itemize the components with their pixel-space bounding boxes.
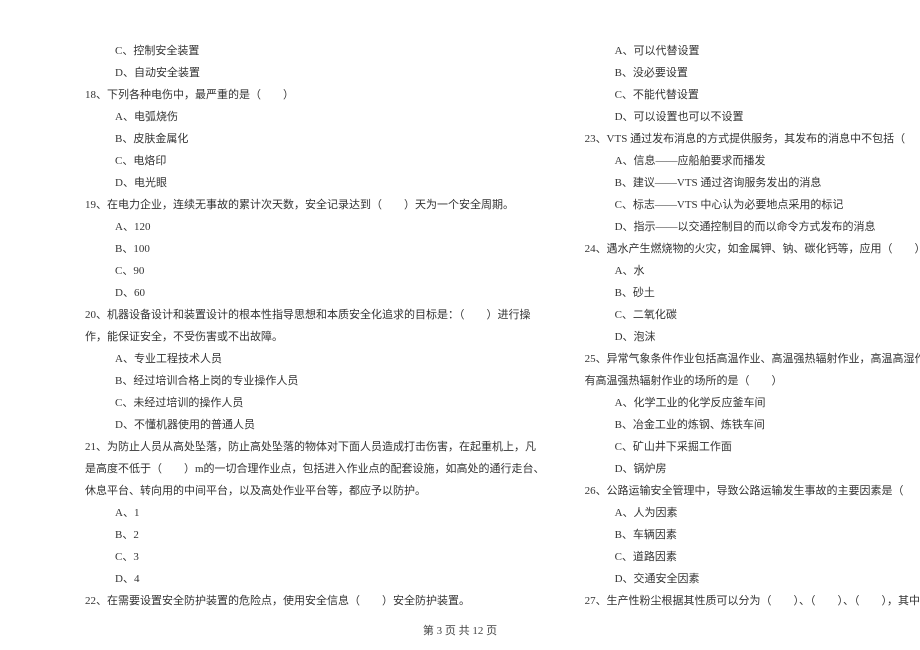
text-line: D、电光眼 [75,172,545,194]
text-line: C、二氧化碳 [575,304,920,326]
text-line: 有高温强热辐射作业的场所的是（ ） [575,370,920,392]
text-line: 24、遇水产生燃烧物的火灾，如金属钾、钠、碳化钙等，应用（ ）灭火。 [575,238,920,260]
text-line: A、水 [575,260,920,282]
text-line: 20、机器设备设计和装置设计的根本性指导思想和本质安全化追求的目标是：（ ）进行… [75,304,545,326]
text-line: 26、公路运输安全管理中，导致公路运输发生事故的主要因素是（ ） [575,480,920,502]
text-line: D、锅炉房 [575,458,920,480]
text-line: C、控制安全装置 [75,40,545,62]
text-line: 22、在需要设置安全防护装置的危险点，使用安全信息（ ）安全防护装置。 [75,590,545,612]
text-line: 21、为防止人员从高处坠落，防止高处坠落的物体对下面人员造成打击伤害，在起重机上… [75,436,545,458]
text-line: 18、下列各种电伤中，最严重的是（ ） [75,84,545,106]
text-line: 作，能保证安全，不受伤害或不出故障。 [75,326,545,348]
text-line: D、不懂机器使用的普通人员 [75,414,545,436]
text-line: C、不能代替设置 [575,84,920,106]
left-column: C、控制安全装置D、自动安全装置18、下列各种电伤中，最严重的是（ ）A、电弧烧… [60,40,560,612]
text-line: D、自动安全装置 [75,62,545,84]
text-line: A、化学工业的化学反应釜车间 [575,392,920,414]
text-line: B、2 [75,524,545,546]
text-line: 休息平台、转向用的中间平台，以及高处作业平台等，都应予以防护。 [75,480,545,502]
text-line: C、3 [75,546,545,568]
text-line: B、车辆因素 [575,524,920,546]
text-line: C、标志——VTS 中心认为必要地点采用的标记 [575,194,920,216]
text-line: A、人为因素 [575,502,920,524]
text-line: C、矿山井下采掘工作面 [575,436,920,458]
text-line: B、冶金工业的炼钢、炼铁车间 [575,414,920,436]
text-line: D、交通安全因素 [575,568,920,590]
text-line: B、建议——VTS 通过咨询服务发出的消息 [575,172,920,194]
text-line: 23、VTS 通过发布消息的方式提供服务，其发布的消息中不包括（ ） [575,128,920,150]
text-line: 25、异常气象条件作业包括高温作业、高温强热辐射作业，高温高湿作业等。下列生产场… [575,348,920,370]
text-line: A、信息——应船舶要求而播发 [575,150,920,172]
text-line: A、专业工程技术人员 [75,348,545,370]
text-line: B、没必要设置 [575,62,920,84]
page-footer: 第 3 页 共 12 页 [0,622,920,638]
text-line: A、120 [75,216,545,238]
text-line: C、90 [75,260,545,282]
right-column: A、可以代替设置B、没必要设置C、不能代替设置D、可以设置也可以不设置23、VT… [560,40,920,612]
text-line: 是高度不低于（ ）m的一切合理作业点，包括进入作业点的配套设施，如高处的通行走台… [75,458,545,480]
text-line: D、可以设置也可以不设置 [575,106,920,128]
text-line: B、经过培训合格上岗的专业操作人员 [75,370,545,392]
text-line: A、电弧烧伤 [75,106,545,128]
text-line: C、电烙印 [75,150,545,172]
text-line: 27、生产性粉尘根据其性质可以分为（ ）、（ ）、（ ），其中炸药属于（ ） [575,590,920,612]
text-line: D、4 [75,568,545,590]
text-line: B、100 [75,238,545,260]
text-line: B、皮肤金属化 [75,128,545,150]
text-line: D、指示——以交通控制目的而以命令方式发布的消息 [575,216,920,238]
text-line: C、未经过培训的操作人员 [75,392,545,414]
text-line: D、60 [75,282,545,304]
text-line: A、1 [75,502,545,524]
text-line: D、泡沫 [575,326,920,348]
text-line: B、砂土 [575,282,920,304]
text-line: 19、在电力企业，连续无事故的累计次天数，安全记录达到（ ）天为一个安全周期。 [75,194,545,216]
text-line: C、道路因素 [575,546,920,568]
text-line: A、可以代替设置 [575,40,920,62]
